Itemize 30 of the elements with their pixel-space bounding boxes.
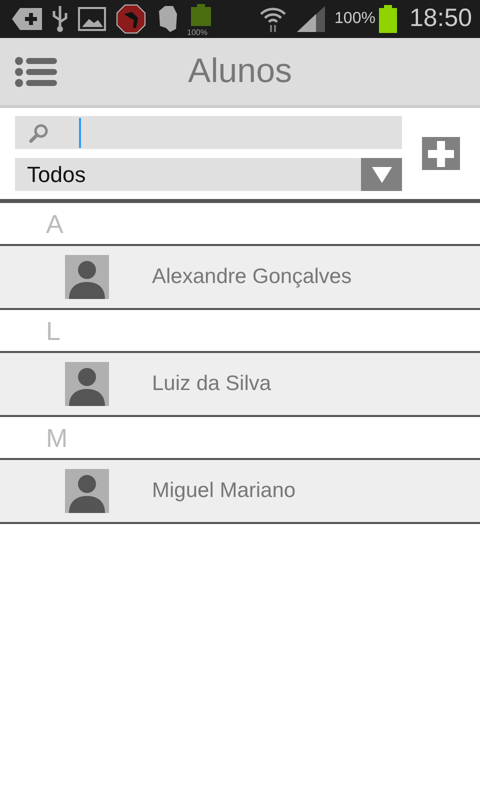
section-letter: M bbox=[46, 423, 68, 453]
signal-icon bbox=[296, 6, 325, 32]
search-icon bbox=[29, 122, 49, 142]
filter-value: Todos bbox=[26, 161, 87, 189]
dropdown-arrow-icon bbox=[372, 166, 392, 182]
menu-button[interactable] bbox=[14, 56, 58, 88]
battery-percent: 100% bbox=[334, 9, 376, 29]
avatar-icon bbox=[65, 255, 109, 299]
wifi-icon bbox=[258, 6, 287, 32]
screen-title: Alunos bbox=[187, 51, 293, 92]
section-letter: A bbox=[46, 209, 64, 239]
section-letter: L bbox=[46, 316, 60, 346]
avatar-icon bbox=[65, 469, 109, 513]
battery-notification-icon bbox=[191, 4, 211, 26]
plus-icon bbox=[428, 140, 454, 166]
student-row[interactable]: Alexandre Gonçalves bbox=[0, 244, 480, 310]
battery-notification-text: 100% bbox=[187, 28, 208, 37]
usb-icon bbox=[52, 6, 68, 32]
filter-dropdown[interactable]: Todos bbox=[15, 158, 402, 191]
search-field[interactable] bbox=[15, 116, 402, 149]
add-notification-icon bbox=[12, 8, 42, 30]
text-cursor bbox=[79, 118, 81, 148]
clock: 18:50 bbox=[409, 3, 472, 34]
student-row[interactable]: Luiz da Silva bbox=[0, 351, 480, 417]
avatar-icon bbox=[65, 362, 109, 406]
battery-icon bbox=[379, 5, 398, 33]
student-row[interactable]: Miguel Mariano bbox=[0, 458, 480, 524]
menu-icon bbox=[14, 56, 58, 88]
add-button[interactable] bbox=[422, 137, 460, 170]
image-icon bbox=[78, 7, 106, 31]
